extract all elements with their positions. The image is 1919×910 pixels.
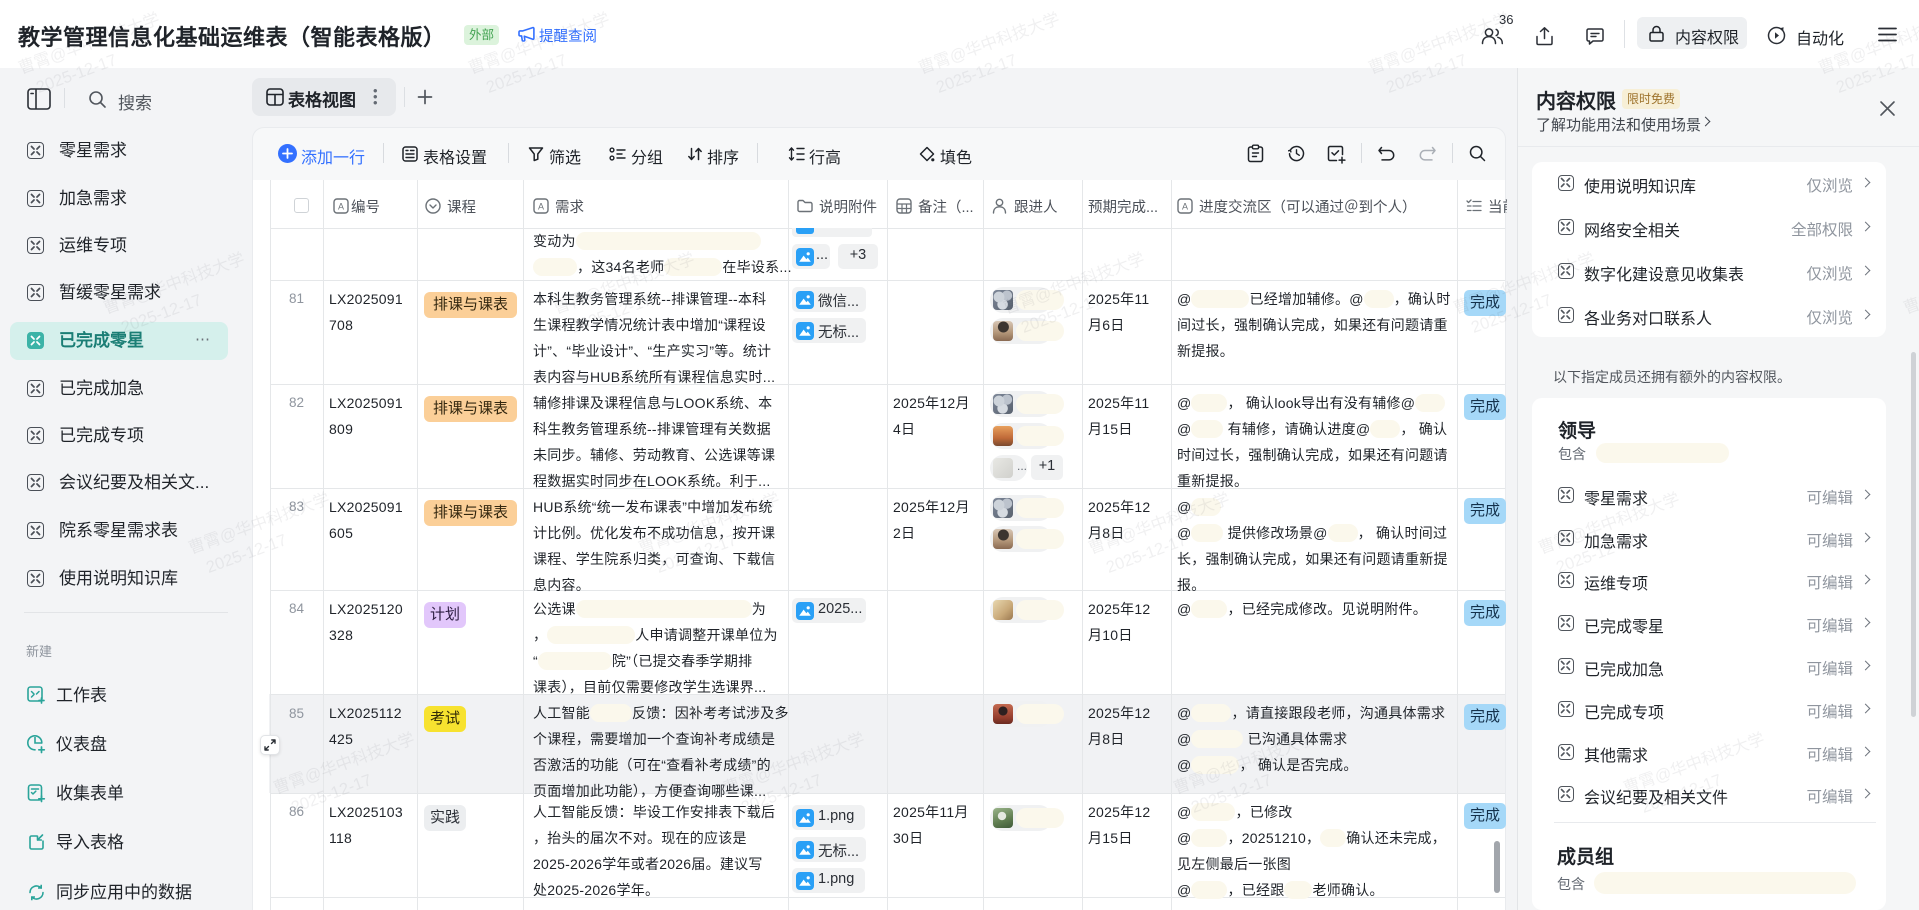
- svg-text:A: A: [538, 202, 544, 212]
- svg-text:A: A: [1182, 202, 1188, 212]
- svg-text:A: A: [338, 202, 344, 212]
